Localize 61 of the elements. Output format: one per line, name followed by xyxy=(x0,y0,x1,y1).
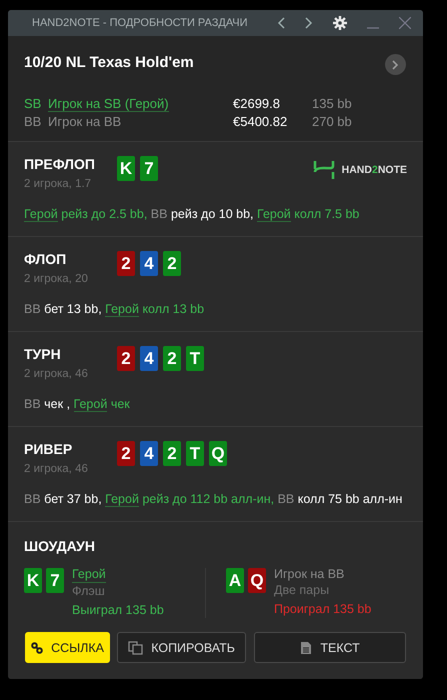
position-label: SB xyxy=(24,96,42,111)
action-line: BB чек , Герой чек xyxy=(24,396,131,414)
hand-result: Выиграл 135 bb xyxy=(72,602,164,618)
hand-rank: Флэш xyxy=(72,583,105,599)
action-line: BB бет 37 bb, Герой рейз до 112 bb алл-ин, BB колл 75 bb алл-ин xyxy=(24,491,404,509)
street-info: 2 игрока, 46 xyxy=(24,463,88,475)
action-line: Герой рейз до 2.5 bb, BB рейз до 10 bb, Герой колл 7.5 bb xyxy=(24,206,360,224)
forward-icon[interactable] xyxy=(305,17,313,29)
street-title: РИВЕР xyxy=(24,441,72,457)
logo-icon xyxy=(312,160,335,180)
link-button[interactable]: ССЫЛКА xyxy=(25,632,110,663)
playing-card: K xyxy=(117,156,135,181)
playing-card: 2 xyxy=(163,346,181,371)
document-icon xyxy=(300,640,312,654)
position-label: BB xyxy=(24,114,42,129)
playing-card: K xyxy=(24,568,42,593)
hand-title: 10/20 NL Texas Hold'em xyxy=(24,54,194,71)
street-title: ТУРН xyxy=(24,346,61,362)
playing-card: 4 xyxy=(140,251,158,276)
playing-card: T xyxy=(186,441,204,466)
link-icon xyxy=(31,642,44,654)
next-button[interactable] xyxy=(385,54,406,75)
street-info: 2 игрока, 46 xyxy=(24,368,88,380)
close-icon[interactable] xyxy=(399,17,411,29)
player-name[interactable]: Игрок на SB (Герой) xyxy=(48,96,169,112)
playing-card: Q xyxy=(209,441,227,466)
playing-card: 2 xyxy=(163,251,181,276)
street-info: 2 игрока, 20 xyxy=(24,273,88,285)
text-button[interactable]: ТЕКСТ xyxy=(254,632,406,663)
big-blinds: 135 bb xyxy=(312,96,353,111)
playing-card: 4 xyxy=(140,441,158,466)
copy-button[interactable]: КОПИРОВАТЬ xyxy=(117,632,246,663)
playing-card: 2 xyxy=(117,441,135,466)
playing-card: A xyxy=(226,568,244,593)
copy-icon xyxy=(128,640,144,654)
stack-amount: €5400.82 xyxy=(233,114,288,129)
playing-card: 2 xyxy=(163,441,181,466)
action-line: BB бет 13 bb, Герой колл 13 bb xyxy=(24,301,206,319)
player-name[interactable]: Герой xyxy=(72,566,106,583)
playing-card: 4 xyxy=(140,346,158,371)
street-info: 2 игрока, 1.7 xyxy=(24,178,92,190)
settings-icon[interactable] xyxy=(333,16,347,30)
street-title: ФЛОП xyxy=(24,251,66,267)
window-title: HAND2NOTE - ПОДРОБНОСТИ РАЗДАЧИ xyxy=(32,17,249,29)
big-blinds: 270 bb xyxy=(312,114,353,129)
back-icon[interactable] xyxy=(277,17,285,29)
playing-card: 2 xyxy=(117,251,135,276)
player-name: Игрок на BB xyxy=(274,566,344,582)
playing-card: Q xyxy=(248,568,266,593)
playing-card: 7 xyxy=(46,568,64,593)
playing-card: 2 xyxy=(117,346,135,371)
street-title: ПРЕФЛОП xyxy=(24,156,95,172)
logo-text: HAND2NOTE xyxy=(342,164,407,176)
chevron-right-icon xyxy=(392,60,399,70)
hand-result: Проиграл 135 bb xyxy=(274,601,372,617)
playing-card: 7 xyxy=(140,156,158,181)
playing-card: T xyxy=(186,346,204,371)
section-title: ШОУДАУН xyxy=(24,538,95,554)
hand-rank: Две пары xyxy=(274,582,330,598)
player-name: Игрок на BB xyxy=(48,114,122,129)
stack-amount: €2699.8 xyxy=(233,96,281,111)
